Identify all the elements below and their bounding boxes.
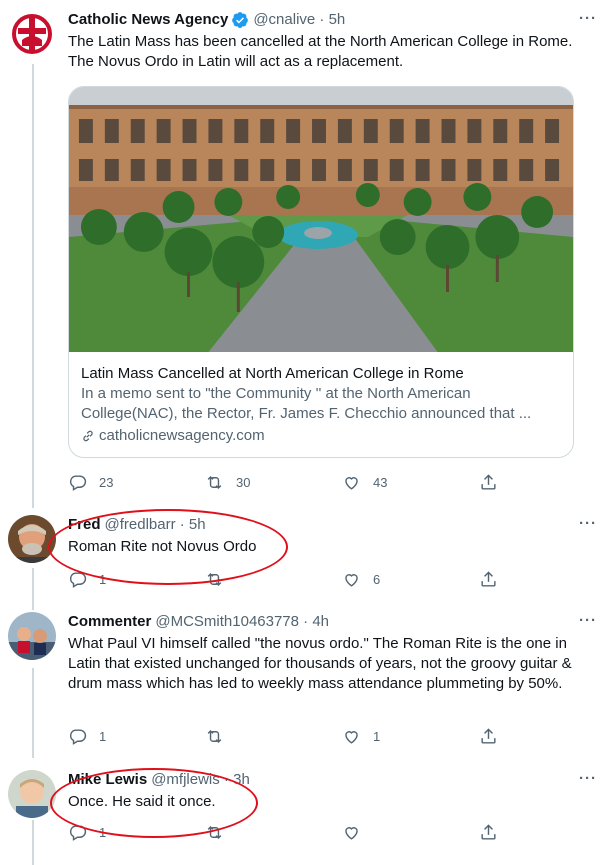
tweet-actions: 23 30 43 (68, 472, 498, 492)
avatar[interactable] (8, 515, 56, 563)
retweet-count: 30 (236, 474, 251, 490)
like-count: 6 (373, 571, 381, 587)
retweet-icon (207, 475, 222, 489)
annotation-circle (48, 509, 288, 585)
share-icon (481, 727, 496, 744)
verified-badge-icon (232, 12, 249, 28)
share-button[interactable] (479, 569, 498, 589)
avatar[interactable] (8, 770, 56, 818)
link-card[interactable]: Latin Mass Cancelled at North American C… (68, 86, 574, 458)
card-description: In a memo sent to "the Community '' at t… (81, 385, 532, 422)
reply-icon (69, 474, 87, 491)
card-title[interactable]: Latin Mass Cancelled at North American C… (81, 364, 561, 384)
heart-icon (345, 826, 358, 840)
retweet-button[interactable]: 30 (205, 472, 342, 492)
avatar[interactable] (8, 612, 56, 660)
card-image (69, 87, 573, 352)
link-icon (83, 430, 93, 442)
tweet-text: What Paul VI himself called "the novus o… (68, 635, 572, 692)
share-button[interactable] (479, 822, 498, 842)
annotation-circle (50, 768, 258, 838)
reply-count: 1 (99, 728, 107, 744)
tweet[interactable]: Catholic News Agency @cnalive · 5h ··· T… (0, 0, 609, 505)
share-button[interactable] (479, 726, 498, 746)
more-options-button[interactable]: ··· (579, 770, 597, 787)
retweet-icon (207, 729, 222, 743)
tweet-text: The Latin Mass has been cancelled at the… (68, 33, 573, 70)
share-icon (481, 570, 496, 587)
reply-button[interactable]: 1 (68, 726, 205, 746)
like-count: 43 (373, 474, 388, 490)
avatar[interactable] (8, 10, 56, 58)
tweet-actions: 1 1 (68, 726, 498, 746)
reply-button[interactable]: 23 (68, 472, 205, 492)
like-button[interactable] (342, 822, 479, 842)
more-options-button[interactable]: ··· (579, 612, 597, 629)
like-button[interactable]: 43 (342, 472, 479, 492)
reply-count: 23 (99, 474, 114, 490)
tweet[interactable]: Fred @fredlbarr · 5h ··· Roman Rite not … (0, 505, 609, 602)
like-count: 1 (373, 728, 381, 744)
author-name[interactable]: Catholic News Agency (68, 10, 228, 30)
more-options-button[interactable]: ··· (579, 515, 597, 532)
author-handle[interactable]: @cnalive · 5h (253, 10, 345, 30)
heart-icon (345, 730, 358, 744)
tweet[interactable]: Mike Lewis @mfjlewis · 3h ··· Once. He s… (0, 760, 609, 865)
author-name[interactable]: Commenter (68, 612, 151, 632)
heart-icon (345, 573, 358, 587)
card-link-domain[interactable]: catholicnewsagency.com (99, 426, 265, 446)
retweet-button[interactable] (205, 726, 342, 746)
like-button[interactable]: 1 (342, 726, 479, 746)
like-button[interactable]: 6 (342, 569, 479, 589)
author-handle[interactable]: @MCSmith10463778 · 4h (155, 612, 329, 632)
share-icon (481, 473, 496, 490)
reply-icon (69, 728, 87, 745)
more-options-button[interactable]: ··· (579, 10, 597, 27)
share-button[interactable] (479, 472, 498, 492)
tweet[interactable]: Commenter @MCSmith10463778 · 4h ··· What… (0, 602, 609, 757)
share-icon (481, 823, 496, 840)
heart-icon (345, 476, 358, 490)
